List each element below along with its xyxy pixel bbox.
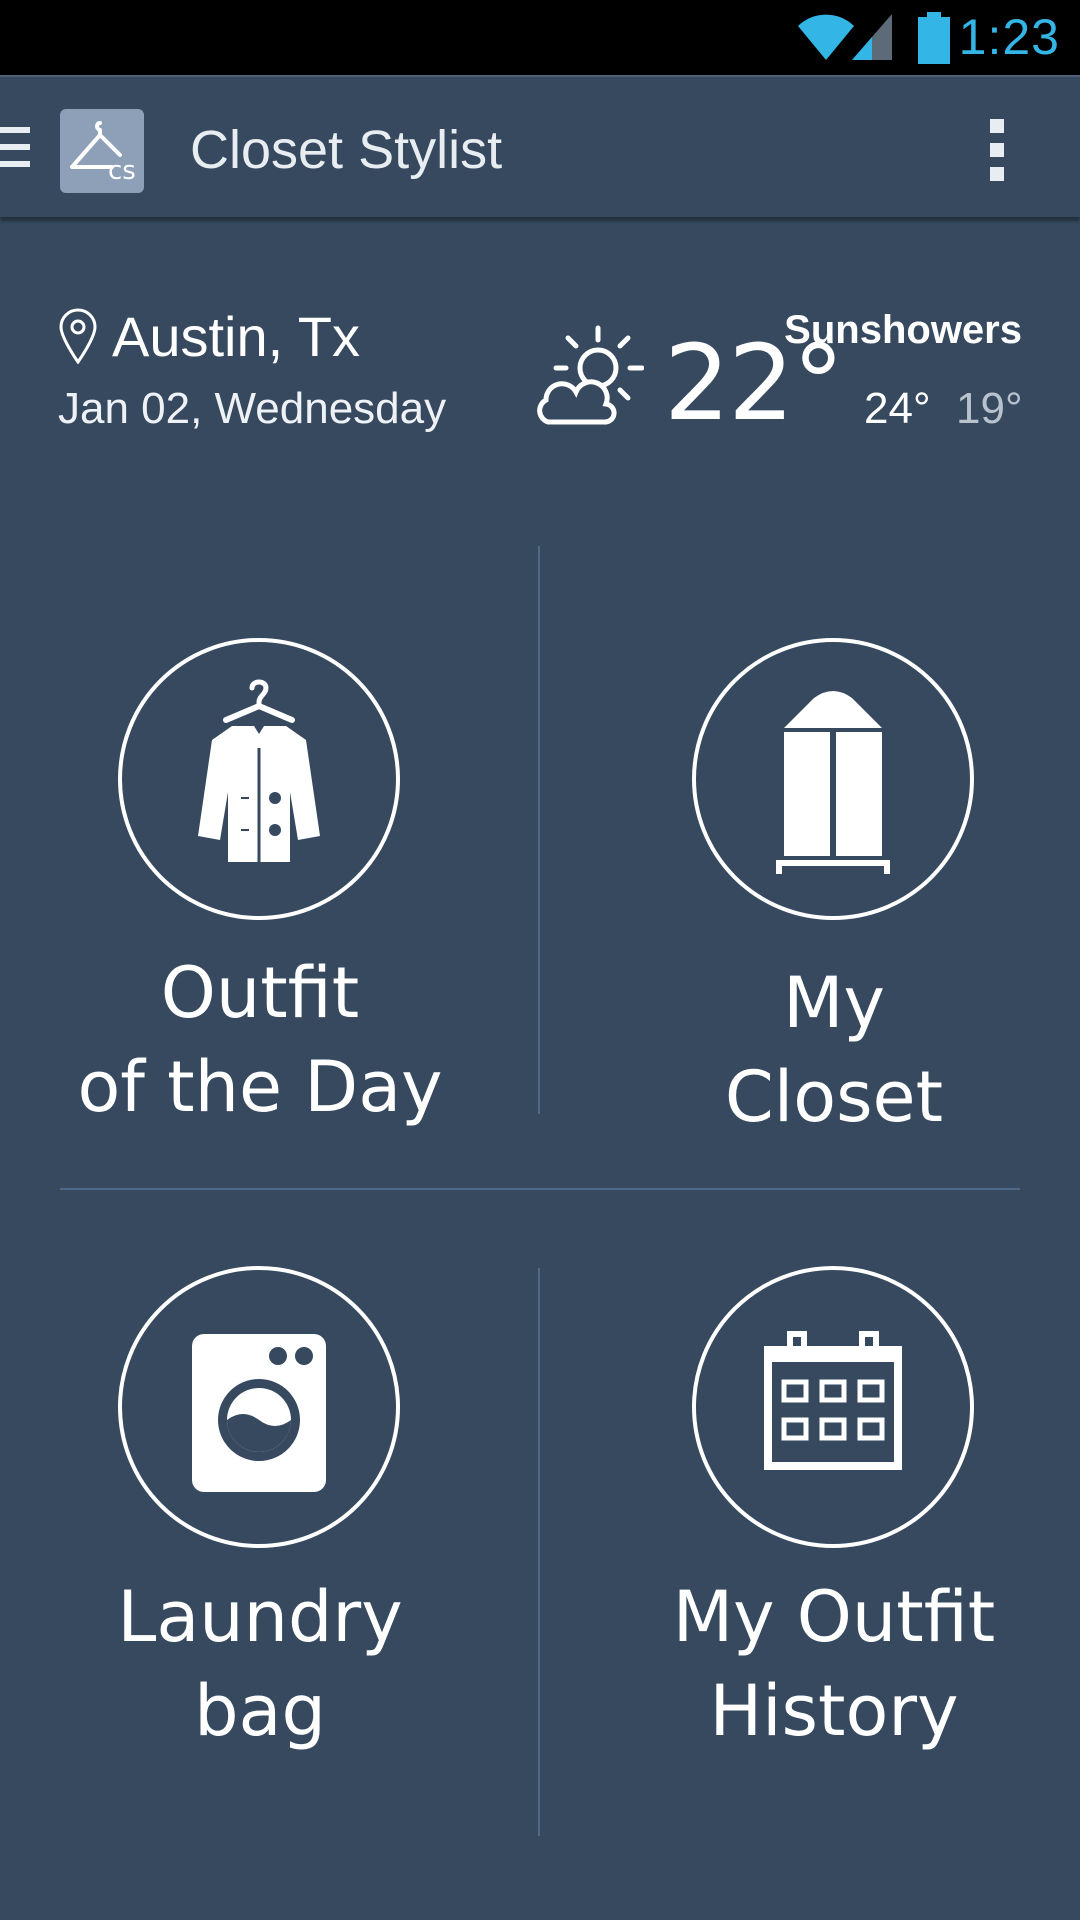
signal-icon — [852, 14, 892, 60]
wardrobe-icon — [692, 638, 974, 920]
location-pin-icon — [59, 308, 97, 364]
wifi-icon — [798, 14, 854, 61]
tile-label-line2: of the Day — [77, 1046, 443, 1128]
tile-label-line1: Laundry — [117, 1576, 403, 1658]
tile-label-line1: My — [783, 962, 885, 1044]
status-bar: 1:23 — [0, 0, 1080, 75]
clock: 1:23 — [958, 9, 1060, 65]
horizontal-divider — [60, 1188, 1020, 1190]
menu-icon[interactable] — [0, 125, 30, 169]
app-logo[interactable]: cs — [60, 109, 144, 193]
tile-label-line1: Outfit — [160, 952, 360, 1034]
battery-icon — [918, 12, 950, 64]
tile-label-line2: Closet — [724, 1056, 944, 1138]
tile-label-line1: My Outfit — [672, 1576, 996, 1658]
jacket-hanger-icon — [118, 638, 400, 920]
tile-label: Laundry bag — [10, 1570, 510, 1758]
tile-label: My Closet — [584, 956, 1080, 1144]
tile-label: My Outfit History — [584, 1570, 1080, 1758]
app-bar: cs Closet Stylist — [0, 75, 1080, 217]
vertical-divider-top — [538, 546, 540, 1114]
current-date: Jan 02, Wednesday — [58, 384, 447, 433]
tile-laundry-bag[interactable]: Laundry bag — [10, 1210, 510, 1810]
tile-outfit-of-the-day[interactable]: Outfit of the Day — [10, 546, 510, 1146]
tile-label-line2: History — [709, 1670, 959, 1752]
washing-machine-icon — [118, 1266, 400, 1548]
partly-cloudy-sun-icon — [537, 325, 644, 425]
tile-my-closet[interactable]: My Closet — [584, 546, 1080, 1146]
app-title: Closet Stylist — [190, 120, 503, 180]
calendar-icon — [692, 1266, 974, 1548]
high-temperature: 24° — [864, 384, 931, 433]
tile-label-line2: bag — [194, 1670, 326, 1752]
svg-text:cs: cs — [108, 156, 136, 186]
location-name: Austin, Tx — [112, 305, 360, 368]
tile-my-outfit-history[interactable]: My Outfit History — [584, 1210, 1080, 1810]
vertical-divider-bottom — [538, 1268, 540, 1836]
overflow-menu-icon[interactable] — [988, 119, 1008, 181]
low-temperature: 19° — [956, 384, 1023, 433]
tile-label: Outfit of the Day — [10, 946, 510, 1134]
weather-condition: Sunshowers — [784, 308, 1022, 352]
